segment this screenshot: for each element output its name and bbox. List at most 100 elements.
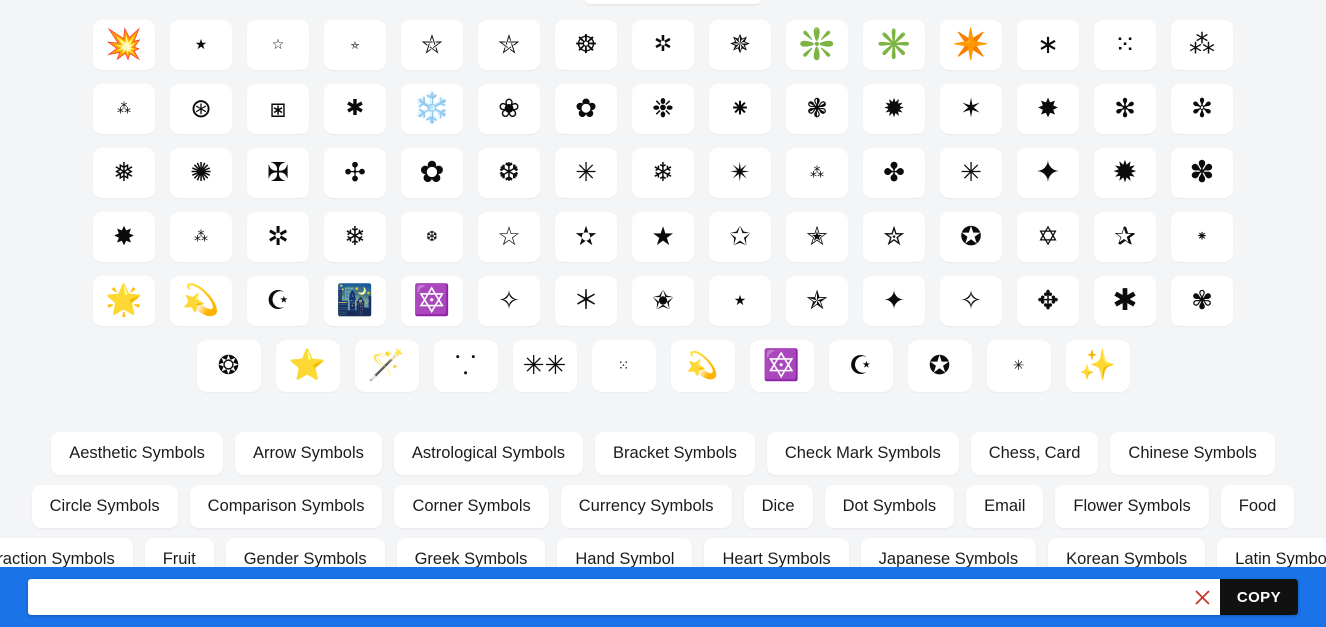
symbol-tight-trifoliate-snowflake[interactable]: ❅ bbox=[93, 148, 155, 198]
symbol-open-centre-asterisk-plain[interactable]: ✲ bbox=[247, 212, 309, 262]
symbol-two-dots-over-one-dot[interactable]: ⸪ bbox=[433, 340, 498, 392]
symbol-flower-punctuation-mark[interactable]: ⁕ bbox=[709, 84, 771, 134]
symbol-pinwheel-star[interactable]: ✯ bbox=[786, 276, 848, 326]
symbol-white-florette[interactable]: ❀ bbox=[478, 84, 540, 134]
symbol-sparkle-orange[interactable]: ❇️ bbox=[786, 20, 848, 70]
symbol-heavy-asterisk[interactable]: ✱ bbox=[324, 84, 386, 134]
symbol-fullwidth-asterisk[interactable]: ＊ bbox=[555, 276, 617, 326]
symbol-six-petalled-outlined-florette[interactable]: ✾ bbox=[1171, 276, 1233, 326]
symbol-magic-wand[interactable]: 🪄 bbox=[354, 340, 419, 392]
category-chip-chess-card[interactable]: Chess, Card bbox=[970, 432, 1099, 475]
symbol-black-four-pointed-star[interactable]: ✦ bbox=[863, 276, 925, 326]
symbol-white-four-pointed-star-outline[interactable]: ✧ bbox=[478, 276, 540, 326]
symbol-four-club-cross[interactable]: ✣ bbox=[324, 148, 386, 198]
symbol-teardrop-spoked-asterisk[interactable]: ✻ bbox=[1094, 84, 1156, 134]
symbol-squared-asterisk[interactable]: ⧆ bbox=[247, 84, 309, 134]
symbol-circled-asterisk-operator[interactable]: ⊛ bbox=[170, 84, 232, 134]
category-chip-chinese-symbols[interactable]: Chinese Symbols bbox=[1110, 432, 1275, 475]
symbol-asterism-triple[interactable]: ⁂ bbox=[786, 148, 848, 198]
symbol-asterism-stacked[interactable]: ⁂ bbox=[170, 212, 232, 262]
symbol-six-pointed-black-star[interactable]: ✶ bbox=[940, 84, 1002, 134]
symbol-black-florette[interactable]: ✿ bbox=[555, 84, 617, 134]
symbol-asterism[interactable]: ⁂ bbox=[1171, 20, 1233, 70]
symbol-heavy-chevron-snowflake-small[interactable]: ❆ bbox=[401, 212, 463, 262]
symbol-heavy-asterisk-large[interactable]: ✱ bbox=[1094, 276, 1156, 326]
symbol-open-centre-black-star[interactable]: ✫ bbox=[555, 212, 617, 262]
symbol-wheel-of-dharma[interactable]: ☸ bbox=[555, 20, 617, 70]
symbol-black-star-tiny[interactable]: ★ bbox=[709, 276, 771, 326]
symbol-star-and-crescent[interactable]: ☪ bbox=[828, 340, 893, 392]
symbol-twelve-pointed-star[interactable]: ✹ bbox=[1094, 148, 1156, 198]
symbol-star-of-david[interactable]: ✡ bbox=[1017, 212, 1079, 262]
symbol-sparkles[interactable]: ✨ bbox=[1065, 340, 1130, 392]
symbol-open-centre-asterisk[interactable]: ✲ bbox=[632, 20, 694, 70]
category-chip-corner-symbols[interactable]: Corner Symbols bbox=[394, 485, 549, 528]
symbol-black-star[interactable]: ★ bbox=[170, 20, 232, 70]
symbol-snowflake-blue[interactable]: ❄️ bbox=[401, 84, 463, 134]
category-chip-comparison-symbols[interactable]: Comparison Symbols bbox=[189, 485, 383, 528]
category-chip-check-mark-symbols[interactable]: Check Mark Symbols bbox=[766, 432, 959, 475]
category-chip-arrow-symbols[interactable]: Arrow Symbols bbox=[234, 432, 382, 475]
symbol-heavy-four-balloon-spoked-asterisk[interactable]: ✤ bbox=[863, 148, 925, 198]
symbol-eight-spoked-asterisk[interactable]: ✳️ bbox=[863, 20, 925, 70]
symbol-pentagram[interactable]: ⛤ bbox=[324, 20, 386, 70]
symbol-comet-outline[interactable]: 💫 bbox=[670, 340, 735, 392]
category-chip-dot-symbols[interactable]: Dot Symbols bbox=[824, 485, 955, 528]
symbol-outlined-black-star[interactable]: ✭ bbox=[786, 212, 848, 262]
symbol-circled-white-star[interactable]: ✪ bbox=[940, 212, 1002, 262]
symbol-black-four-pointed-star-six[interactable]: ✦ bbox=[1017, 148, 1079, 198]
symbol-sixteen-pointed-asterisk[interactable]: ✺ bbox=[170, 148, 232, 198]
symbol-black-star-solid[interactable]: ★ bbox=[632, 212, 694, 262]
symbol-double-eight-spoked-asterisk[interactable]: ✳✳ bbox=[512, 340, 577, 392]
symbol-snowflake-mono[interactable]: ❄ bbox=[632, 148, 694, 198]
symbol-dizzy[interactable]: 💫 bbox=[170, 276, 232, 326]
symbol-eight-spoked-asterisk-plain[interactable]: ✳ bbox=[555, 148, 617, 198]
symbol-eight-pointed-pinwheel-star[interactable]: ✵ bbox=[709, 20, 771, 70]
symbol-asterisk-operator[interactable]: ∗ bbox=[1017, 20, 1079, 70]
symbol-shadowed-white-star[interactable]: ✰ bbox=[1094, 212, 1156, 262]
category-chip-currency-symbols[interactable]: Currency Symbols bbox=[560, 485, 732, 528]
symbol-black-florette-large[interactable]: ✿ bbox=[401, 148, 463, 198]
symbol-glowing-star[interactable]: 🌟 bbox=[93, 276, 155, 326]
symbol-eight-pointed-rectilinear-black-star[interactable]: ✸ bbox=[1017, 84, 1079, 134]
category-chip-flower-symbols[interactable]: Flower Symbols bbox=[1055, 485, 1209, 528]
symbol-black-centre-white-star[interactable]: ✬ bbox=[632, 276, 694, 326]
symbol-eight-pointed-rectilinear-star[interactable]: ✸ bbox=[93, 212, 155, 262]
symbol-flower-punctuation-small[interactable]: ⁕ bbox=[1171, 212, 1233, 262]
symbol-six-pointed-star-dot[interactable]: 🔯 bbox=[749, 340, 814, 392]
symbol-star-and-crescent-outline[interactable]: ☪ bbox=[247, 276, 309, 326]
symbol-heavy-chevron-snowflake[interactable]: ❆ bbox=[478, 148, 540, 198]
symbol-left-handed-interlaced-pentagram[interactable]: ⛦ bbox=[478, 20, 540, 70]
symbol-circled-open-centre-eight-pointed-star[interactable]: ❂ bbox=[196, 340, 261, 392]
symbol-star-yellow[interactable]: ⭐ bbox=[275, 340, 340, 392]
symbol-heavy-teardrop-spoked-pinwheel-asterisk[interactable]: ❃ bbox=[786, 84, 848, 134]
symbol-night-with-stars[interactable]: 🌃 bbox=[324, 276, 386, 326]
symbol-five-dot-punctuation[interactable]: ⁙ bbox=[1094, 20, 1156, 70]
symbol-stress-outlined-white-star[interactable]: ✩ bbox=[709, 212, 771, 262]
symbol-balloon-spoked-asterisk[interactable]: ❉ bbox=[632, 84, 694, 134]
symbol-four-club-spoked-asterisk[interactable]: ✥ bbox=[1017, 276, 1079, 326]
symbol-collision[interactable]: 💥 bbox=[93, 20, 155, 70]
symbol-white-four-pointed-star[interactable]: ✧ bbox=[940, 276, 1002, 326]
symbol-circled-white-star-large[interactable]: ✪ bbox=[907, 340, 972, 392]
category-chip-dice[interactable]: Dice bbox=[743, 485, 813, 528]
symbol-white-star[interactable]: ☆ bbox=[247, 20, 309, 70]
symbol-eight-pointed-black-star[interactable]: ✴ bbox=[709, 148, 771, 198]
symbol-small-asterisk[interactable]: ✳ bbox=[986, 340, 1051, 392]
close-x-icon[interactable] bbox=[1186, 579, 1220, 615]
copy-button[interactable]: COPY bbox=[1219, 579, 1298, 615]
symbol-right-handed-interlaced-pentagram[interactable]: ⛥ bbox=[401, 20, 463, 70]
symbol-six-pointed-star-purple[interactable]: 🔯 bbox=[401, 276, 463, 326]
symbol-eight-pointed-star-green[interactable]: ✴️ bbox=[940, 20, 1002, 70]
symbol-white-star-outline[interactable]: ☆ bbox=[478, 212, 540, 262]
symbol-asterisk-spoked[interactable]: ✳ bbox=[940, 148, 1002, 198]
symbol-maltese-cross[interactable]: ✠ bbox=[247, 148, 309, 198]
category-chip-circle-symbols[interactable]: Circle Symbols bbox=[31, 485, 178, 528]
symbol-heavy-outlined-black-star[interactable]: ✮ bbox=[863, 212, 925, 262]
symbol-five-dot-punctuation-small[interactable]: ⁙ bbox=[591, 340, 656, 392]
symbol-heavy-teardrop-spoked-asterisk[interactable]: ✽ bbox=[1171, 148, 1233, 198]
category-chip-aesthetic-symbols[interactable]: Aesthetic Symbols bbox=[51, 432, 223, 475]
category-chip-food[interactable]: Food bbox=[1220, 485, 1295, 528]
symbol-open-centre-teardrop-spoked-asterisk[interactable]: ✼ bbox=[1171, 84, 1233, 134]
category-chip-bracket-symbols[interactable]: Bracket Symbols bbox=[595, 432, 755, 475]
